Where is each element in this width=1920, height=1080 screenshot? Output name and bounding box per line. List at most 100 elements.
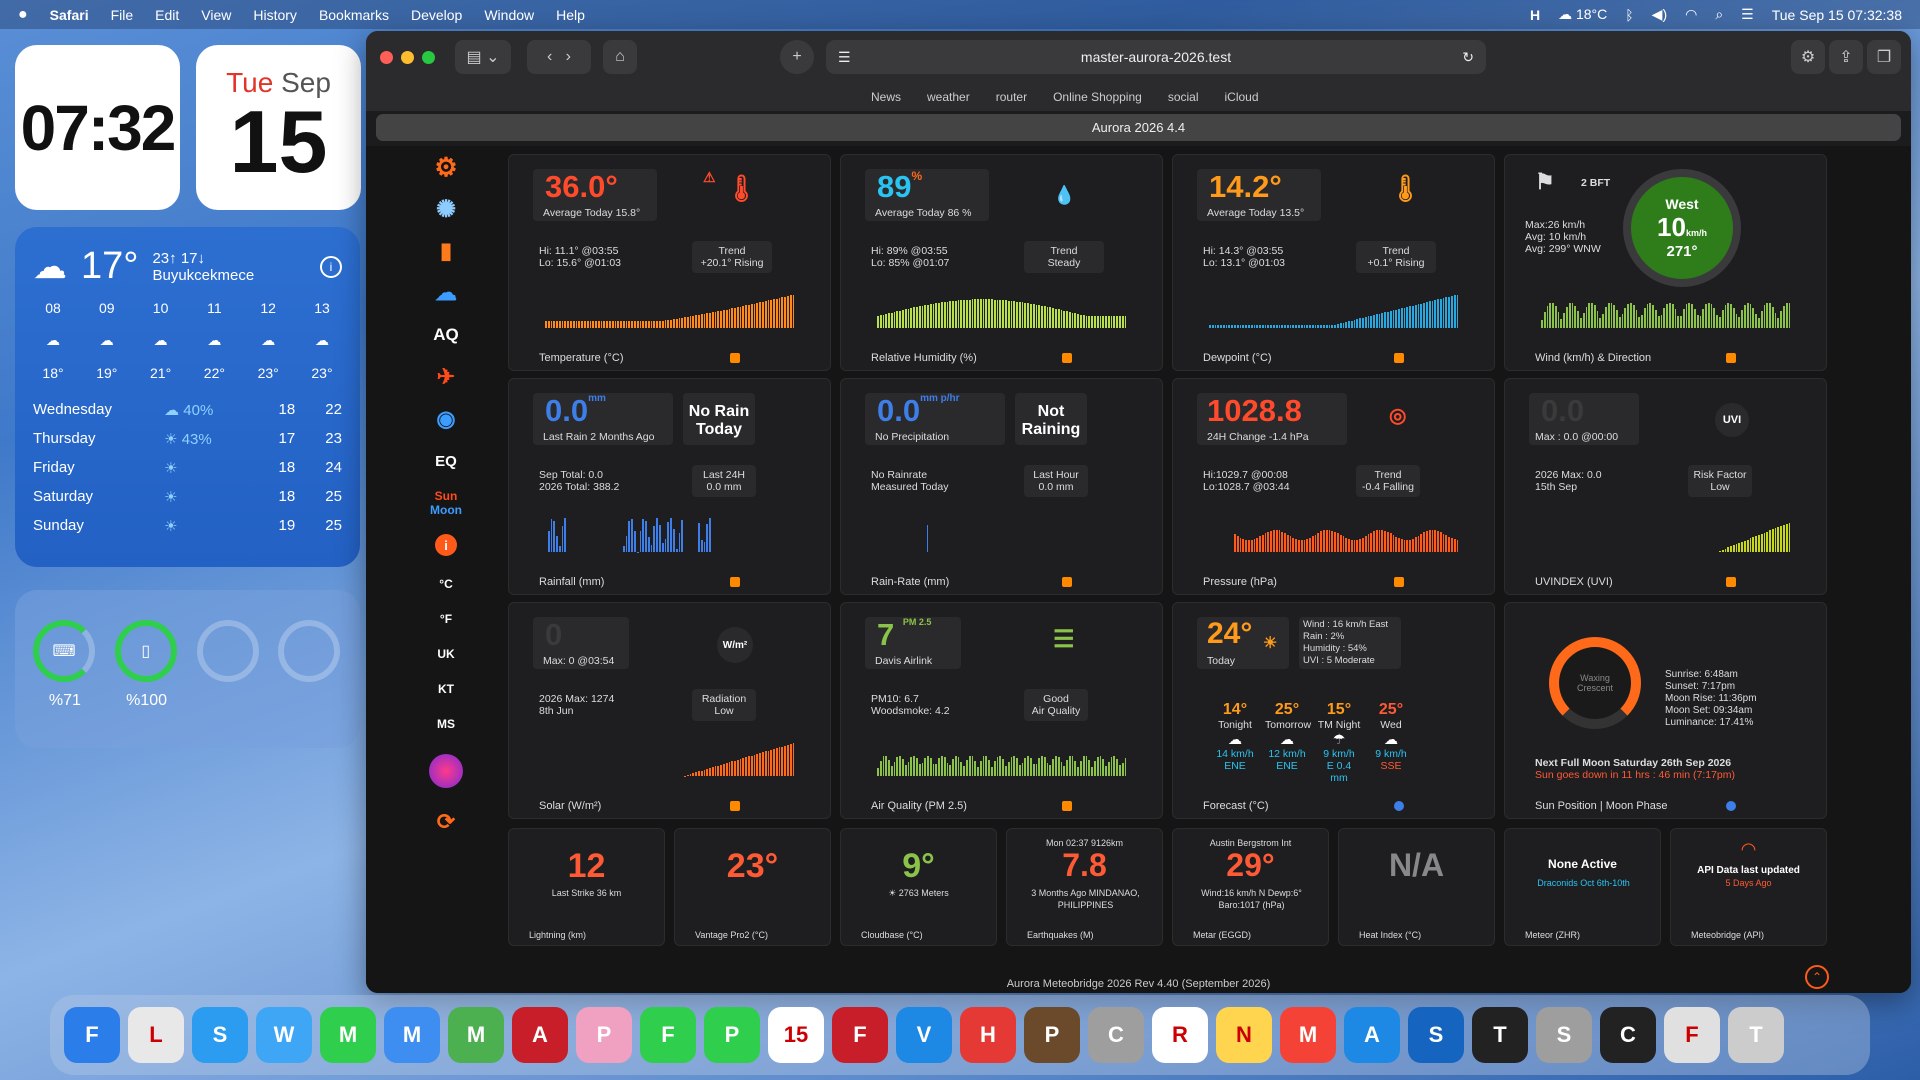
mini-metar[interactable]: Austin Bergstrom Int 29° Wind:16 km/h N De… <box>1172 828 1329 946</box>
menu-help[interactable]: Help <box>556 7 585 23</box>
wifi-icon[interactable]: ◠ <box>1685 6 1697 23</box>
clock-widget[interactable]: 07:32 <box>15 45 180 210</box>
dock-facetime-icon[interactable]: F <box>640 1007 696 1063</box>
mini-vantage[interactable]: 23° Vantage Pro2 (°C) <box>674 828 831 946</box>
plane-icon[interactable]: ✈ <box>421 356 471 398</box>
menu-develop[interactable]: Develop <box>411 7 462 23</box>
menu-bookmarks[interactable]: Bookmarks <box>319 7 389 23</box>
dock-notes-icon[interactable]: N <box>1216 1007 1272 1063</box>
volume-icon[interactable]: ◀) <box>1652 6 1667 23</box>
card-solar[interactable]: 0 Max: 0 @03:54 W/m² 2026 Max: 1274 8th … <box>508 602 831 819</box>
tab-active[interactable]: Aurora 2026 4.4 <box>376 114 1901 141</box>
close-button[interactable] <box>380 50 393 64</box>
aurora-logo[interactable] <box>421 741 471 801</box>
dock-mail-icon[interactable]: M <box>384 1007 440 1063</box>
dock-music-icon[interactable]: M <box>1280 1007 1336 1063</box>
settings-icon[interactable]: ⚙ <box>1791 40 1825 74</box>
chart-icon[interactable] <box>1062 801 1072 811</box>
bluetooth-icon[interactable]: ᛒ <box>1625 7 1633 23</box>
dock-15-icon[interactable]: 15 <box>768 1007 824 1063</box>
dock-trash-icon[interactable]: T <box>1728 1007 1784 1063</box>
chart-icon[interactable] <box>730 353 740 363</box>
h-status-icon[interactable]: H <box>1530 7 1540 23</box>
dock-messages-icon[interactable]: M <box>320 1007 376 1063</box>
card-sun-moon[interactable]: Waxing Crescent Sunrise: 6:48am Sunset: … <box>1504 602 1827 819</box>
control-center-icon[interactable]: ☰ <box>1741 6 1754 23</box>
dock-launchpad-icon[interactable]: L <box>128 1007 184 1063</box>
address-bar[interactable]: ☰ master-aurora-2026.test ↻ <box>826 40 1486 74</box>
dock-terminal-icon[interactable]: T <box>1472 1007 1528 1063</box>
info-icon[interactable]: i <box>421 524 471 566</box>
dock-photos-icon[interactable]: P <box>576 1007 632 1063</box>
card-rainfall[interactable]: 0.0mm Last Rain 2 Months Ago No Rain Tod… <box>508 378 831 595</box>
info-icon[interactable]: i <box>320 255 342 278</box>
mini-lightning[interactable]: 12 Last Strike 36 km Lightning (km) <box>508 828 665 946</box>
dock-screens-icon[interactable]: S <box>1408 1007 1464 1063</box>
chart-icon[interactable] <box>1394 353 1404 363</box>
card-wind[interactable]: ⚑ 2 BFT Max:26 km/h Avg: 10 km/h Avg: 29… <box>1504 154 1827 371</box>
weather-widget[interactable]: ☁ 17° 23↑ 17↓ Buyukcekmece i 08 ☁ 18° 09 ☁ 1… <box>15 227 360 567</box>
card-uv[interactable]: 0.0 Max : 0.0 @00:00 UVI 2026 Max: 0.0 1… <box>1504 378 1827 595</box>
dock-contacts-icon[interactable]: C <box>1088 1007 1144 1063</box>
dock-settings-icon[interactable]: S <box>1536 1007 1592 1063</box>
zoom-button[interactable] <box>422 50 435 64</box>
sun-icon[interactable]: ✺ <box>421 188 471 230</box>
mini-meteor[interactable]: None Active Draconids Oct 6th-10th Meteor … <box>1504 828 1661 946</box>
dock-phone-icon[interactable]: P <box>704 1007 760 1063</box>
dock-app-icon[interactable]: A <box>512 1007 568 1063</box>
menubar-clock[interactable]: Tue Sep 15 07:32:38 <box>1772 7 1902 23</box>
dock-h-icon[interactable]: H <box>960 1007 1016 1063</box>
unit-ms[interactable]: MS <box>421 706 471 741</box>
menu-file[interactable]: File <box>111 7 134 23</box>
menu-window[interactable]: Window <box>484 7 534 23</box>
unit-celsius[interactable]: °C <box>421 566 471 601</box>
dock-weather-icon[interactable]: W <box>256 1007 312 1063</box>
mini-meteobridge[interactable]: ◠ API Data last updated 5 Days Ago Meteobri… <box>1670 828 1827 946</box>
card-dewpoint[interactable]: 14.2° Average Today 13.5° 🌡 Hi: 14.3° @0… <box>1172 154 1495 371</box>
unit-uk[interactable]: UK <box>421 636 471 671</box>
minimize-button[interactable] <box>401 50 414 64</box>
fav-weather[interactable]: weather <box>927 90 970 104</box>
page-menu-icon[interactable]: ☰ <box>838 49 851 66</box>
menu-view[interactable]: View <box>201 7 231 23</box>
chart-icon[interactable] <box>1394 577 1404 587</box>
menu-app-safari[interactable]: Safari <box>50 7 89 23</box>
menu-edit[interactable]: Edit <box>155 7 179 23</box>
mini-cloudbase[interactable]: 9° ☀ 2763 Meters Cloudbase (°C) <box>840 828 997 946</box>
info-dot-icon[interactable] <box>1394 801 1404 811</box>
share-icon[interactable]: ⇪ <box>1829 40 1863 74</box>
apple-icon[interactable]: ● <box>18 6 28 24</box>
card-rainrate[interactable]: 0.0mm p/hr No Precipitation Not Raining … <box>840 378 1163 595</box>
weather-app-icon[interactable]: ☁ <box>421 272 471 314</box>
chart-icon[interactable]: ▮ <box>421 230 471 272</box>
chart-icon[interactable] <box>1062 577 1072 587</box>
dock-filezilla-icon[interactable]: F <box>832 1007 888 1063</box>
fav-online-shopping[interactable]: Online Shopping <box>1053 90 1142 104</box>
search-icon[interactable]: ⌕ <box>1715 6 1723 23</box>
nav-sun-moon[interactable]: Sun Moon <box>421 482 471 524</box>
dock-maps-icon[interactable]: M <box>448 1007 504 1063</box>
back-forward-buttons[interactable]: ‹ › <box>527 40 591 74</box>
fav-icloud[interactable]: iCloud <box>1225 90 1259 104</box>
unit-fahrenheit[interactable]: °F <box>421 601 471 636</box>
card-forecast[interactable]: 24° Today ☀ Wind : 16 km/h East Rain : 2… <box>1172 602 1495 819</box>
home-icon[interactable]: ⌂ <box>603 40 637 74</box>
dock-colors-icon[interactable]: C <box>1600 1007 1656 1063</box>
chart-icon[interactable] <box>1062 353 1072 363</box>
settings-gear-icon[interactable]: ⚙ <box>421 146 471 188</box>
card-humidity[interactable]: 89% Average Today 86 % 💧 Hi: 89% @03:55 … <box>840 154 1163 371</box>
dock-photo-icon[interactable]: P <box>1024 1007 1080 1063</box>
tabs-overview-icon[interactable]: ❐ <box>1867 40 1901 74</box>
dock-reminders-icon[interactable]: R <box>1152 1007 1208 1063</box>
new-tab-icon[interactable]: + <box>780 40 814 74</box>
dock-safari-icon[interactable]: S <box>192 1007 248 1063</box>
webcam-icon[interactable]: ◉ <box>421 398 471 440</box>
scroll-top-icon[interactable]: ⌃ <box>1805 965 1829 989</box>
card-air-quality[interactable]: 7 PM 2.5 Davis Airlink ☰ PM10: 6.7 Woods… <box>840 602 1163 819</box>
dock-files-icon[interactable]: F <box>1664 1007 1720 1063</box>
date-widget[interactable]: Tue Sep 15 <box>196 45 361 210</box>
nav-aq[interactable]: AQ <box>421 314 471 356</box>
nav-eq[interactable]: EQ <box>421 440 471 482</box>
refresh-icon[interactable]: ⟳ <box>421 801 471 843</box>
dock-finder-icon[interactable]: F <box>64 1007 120 1063</box>
